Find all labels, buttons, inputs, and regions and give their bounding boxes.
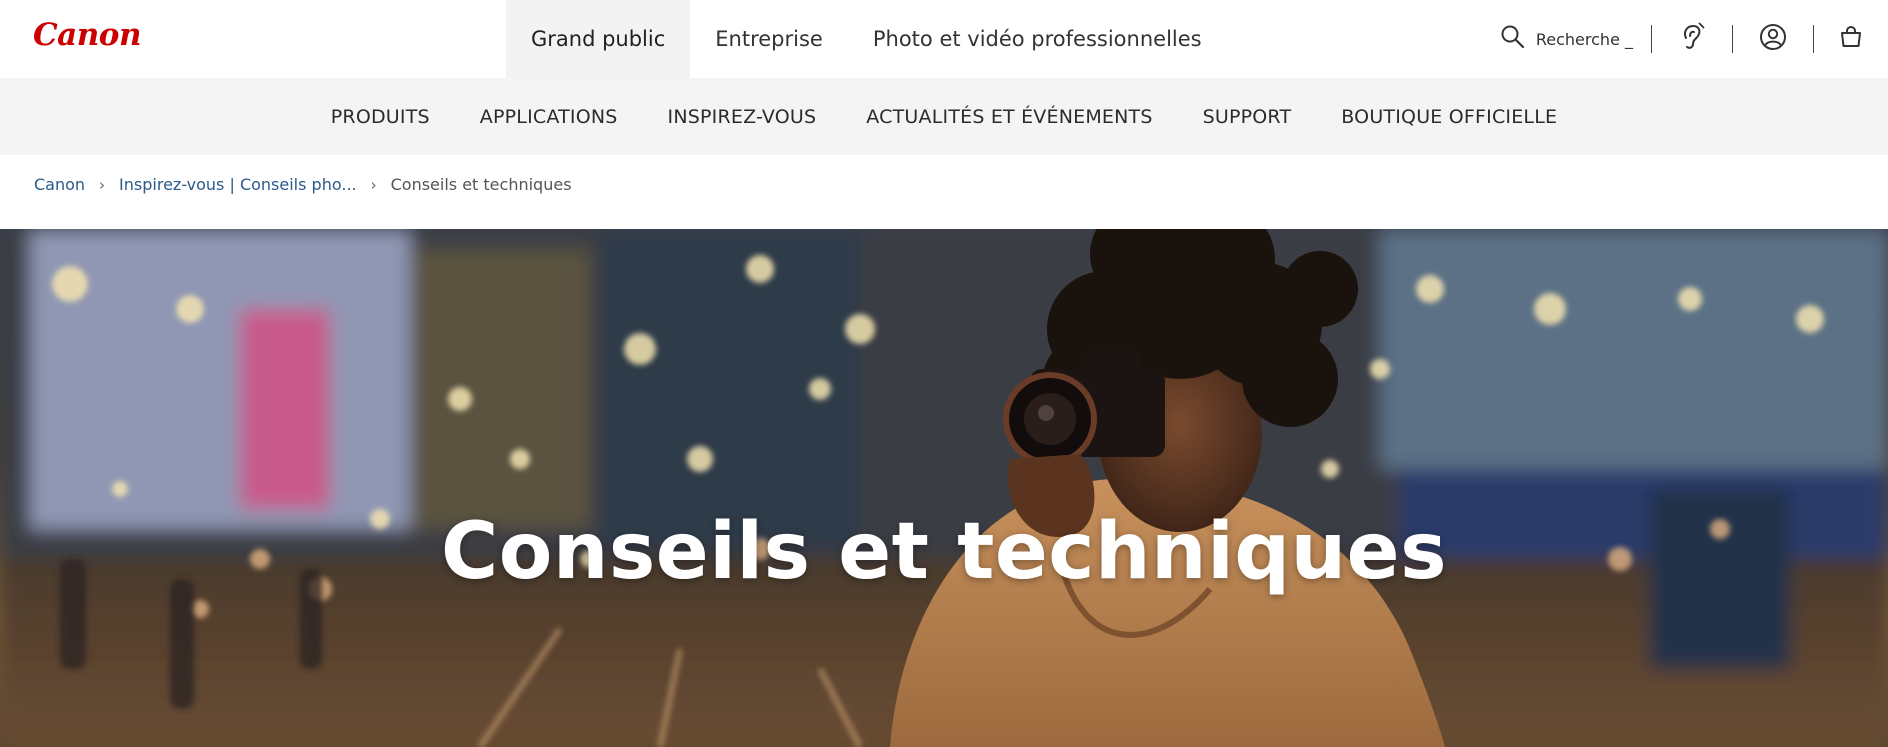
- chevron-right-icon: ›: [99, 175, 106, 194]
- search-icon: [1500, 24, 1526, 54]
- segment-photo-video-pro[interactable]: Photo et vidéo professionnelles: [848, 0, 1227, 78]
- segment-entreprise[interactable]: Entreprise: [690, 0, 848, 78]
- accessibility-icon: [1679, 22, 1705, 56]
- hero-photo: [0, 229, 1888, 747]
- utility-bar: Recherche _: [1500, 0, 1888, 78]
- nav-item-produits[interactable]: PRODUITS: [331, 106, 430, 128]
- nav-item-support[interactable]: SUPPORT: [1203, 106, 1292, 128]
- breadcrumb: Canon › Inspirez-vous | Conseils pho... …: [34, 175, 572, 194]
- hero-title: Conseils et techniques: [441, 507, 1447, 597]
- account-icon: [1759, 23, 1787, 55]
- canon-logo[interactable]: Canon: [33, 17, 142, 53]
- nav-item-applications[interactable]: APPLICATIONS: [480, 106, 618, 128]
- chevron-right-icon: ›: [370, 175, 377, 194]
- breadcrumb-link-inspirez-vous[interactable]: Inspirez-vous | Conseils pho...: [119, 175, 357, 194]
- breadcrumb-current: Conseils et techniques: [390, 175, 572, 194]
- segment-grand-public[interactable]: Grand public: [506, 0, 691, 78]
- nav-item-boutique-officielle[interactable]: BOUTIQUE OFFICIELLE: [1341, 106, 1557, 128]
- account-button[interactable]: [1733, 0, 1813, 78]
- accessibility-button[interactable]: [1652, 0, 1732, 78]
- audience-segments: Grand public Entreprise Photo et vidéo p…: [506, 0, 1227, 78]
- cart-icon: [1839, 25, 1863, 53]
- search-button[interactable]: Recherche _: [1500, 24, 1633, 54]
- hero-banner: Conseils et techniques: [0, 229, 1888, 747]
- nav-item-actualites-evenements[interactable]: ACTUALITÉS ET ÉVÉNEMENTS: [866, 106, 1152, 128]
- cart-button[interactable]: [1814, 0, 1888, 78]
- search-label: Recherche _: [1535, 29, 1633, 49]
- top-bar: Canon Grand public Entreprise Photo et v…: [0, 0, 1888, 78]
- main-navigation: PRODUITS APPLICATIONS INSPIREZ-VOUS ACTU…: [0, 78, 1888, 155]
- breadcrumb-link-canon[interactable]: Canon: [34, 175, 85, 194]
- nav-item-inspirez-vous[interactable]: INSPIREZ-VOUS: [668, 106, 817, 128]
